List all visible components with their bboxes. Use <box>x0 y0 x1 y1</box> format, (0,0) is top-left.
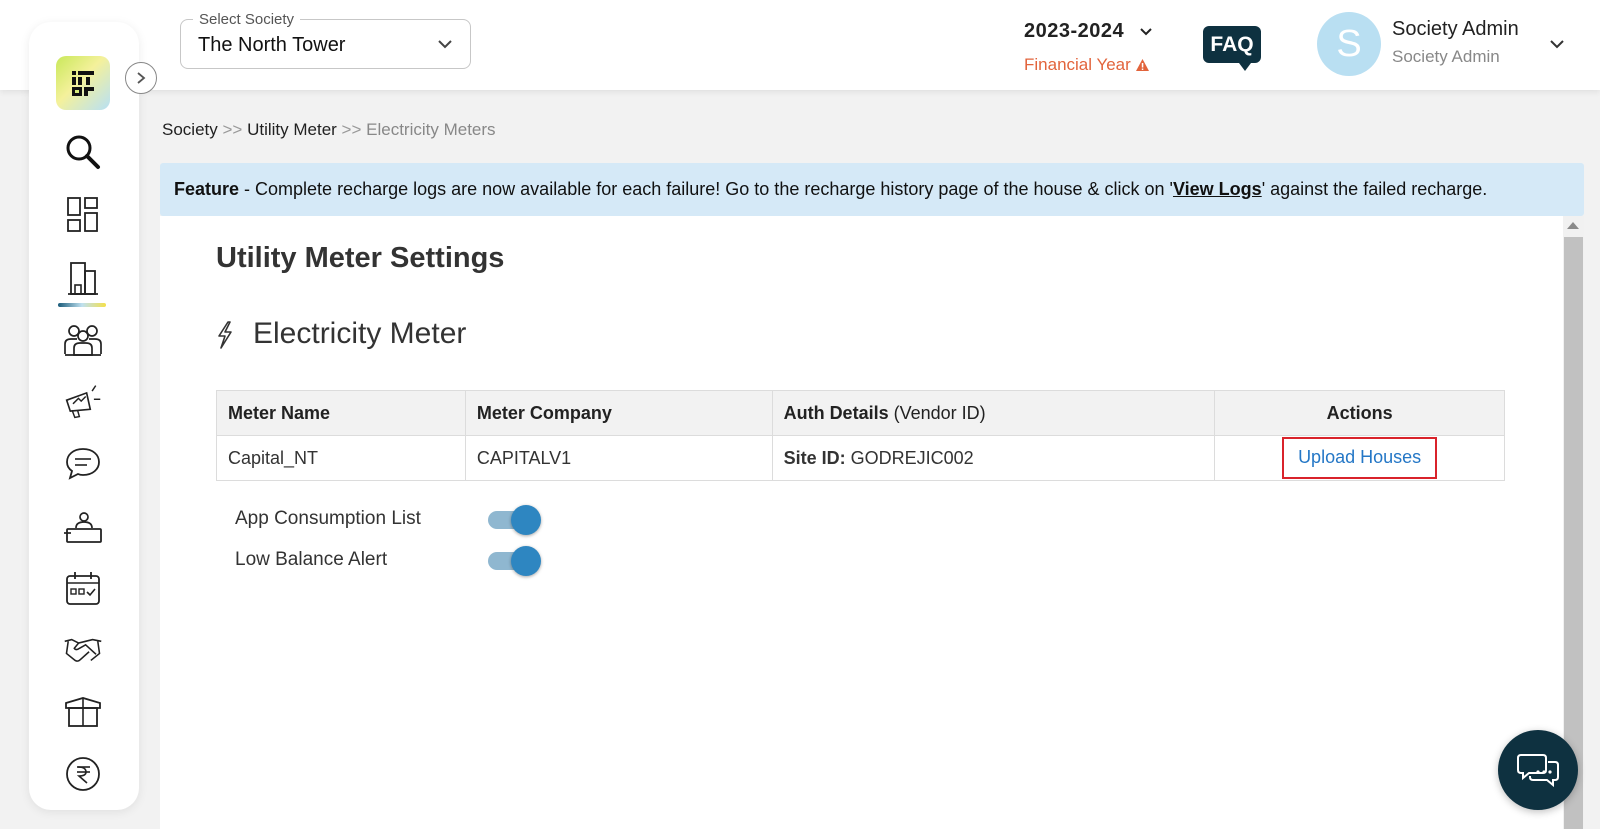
app-logo[interactable] <box>56 56 110 110</box>
meter-company-cell: CAPITALV1 <box>464 435 773 481</box>
banner-text-after: ' against the failed recharge. <box>1261 179 1488 199</box>
society-select[interactable]: Select Society The North Tower <box>180 11 471 69</box>
chat-bubbles-icon <box>1517 754 1559 788</box>
chevron-right-icon <box>137 72 146 84</box>
dashboard-icon[interactable] <box>63 195 103 235</box>
handshake-icon[interactable] <box>63 630 103 670</box>
breadcrumb-separator: >> <box>222 120 243 139</box>
top-bar: Select Society The North Tower 2023-2024… <box>0 0 1600 90</box>
lightning-icon <box>218 321 232 349</box>
auth-details-cell: Site ID: GODREJIC002 <box>771 435 1216 481</box>
chat-support-button[interactable] <box>1498 730 1578 810</box>
breadcrumb-item-current: Electricity Meters <box>366 120 496 139</box>
financial-year-selector[interactable]: 2023-2024 Financial Year <box>1024 20 1159 75</box>
rupee-icon[interactable] <box>63 754 103 794</box>
banner-prefix: Feature <box>174 179 240 199</box>
financial-year-label: Financial Year <box>1024 55 1159 75</box>
meters-table: Meter Name Meter Company Auth Details (V… <box>216 390 1505 481</box>
user-name[interactable]: Society Admin <box>1392 18 1519 41</box>
reception-icon[interactable] <box>63 507 103 547</box>
upload-houses-link[interactable]: Upload Houses <box>1282 437 1438 479</box>
box-icon[interactable] <box>63 692 103 732</box>
search-icon[interactable] <box>63 132 103 172</box>
financial-year-label-text: Financial Year <box>1024 55 1131 74</box>
people-icon[interactable] <box>63 320 103 360</box>
breadcrumb-separator: >> <box>341 120 362 139</box>
avatar[interactable]: S <box>1317 12 1381 76</box>
auth-details-label: Auth Details <box>783 402 889 423</box>
faq-button[interactable]: FAQ <box>1203 26 1261 71</box>
low-balance-alert-label: Low Balance Alert <box>235 549 388 570</box>
scroll-up-arrow[interactable] <box>1567 222 1579 229</box>
site-id-value: GODREJIC002 <box>850 447 974 468</box>
breadcrumb: Society >> Utility Meter >> Electricity … <box>162 120 496 140</box>
feature-banner: Feature - Complete recharge logs are now… <box>160 163 1584 216</box>
user-role: Society Admin <box>1392 47 1500 66</box>
app-consumption-list-toggle[interactable] <box>488 505 544 535</box>
banner-text-before: - Complete recharge logs are now availab… <box>239 179 1173 199</box>
breadcrumb-item-utility-meter[interactable]: Utility Meter <box>247 120 337 139</box>
low-balance-alert-toggle[interactable] <box>488 546 544 576</box>
view-logs-link[interactable]: View Logs <box>1173 179 1262 199</box>
column-header-meter-company: Meter Company <box>464 390 773 436</box>
toggle-knob <box>511 505 541 535</box>
table-header-row: Meter Name Meter Company Auth Details (V… <box>216 390 1505 436</box>
meter-name-cell: Capital_NT <box>216 435 466 481</box>
logo-icon <box>72 71 94 96</box>
table-row: Capital_NT CAPITALV1 Site ID: GODREJIC00… <box>216 435 1505 481</box>
column-header-actions: Actions <box>1214 390 1505 436</box>
scrollbar-thumb[interactable] <box>1564 237 1583 829</box>
actions-cell: Upload Houses <box>1214 435 1505 481</box>
app-consumption-list-label: App Consumption List <box>235 508 421 529</box>
column-header-meter-name: Meter Name <box>216 390 466 436</box>
society-select-label: Select Society <box>193 11 301 28</box>
nav-active-indicator <box>58 303 106 307</box>
calendar-icon[interactable] <box>63 569 103 609</box>
auth-details-suffix: (Vendor ID) <box>893 402 986 423</box>
sidebar-collapse-button[interactable] <box>125 62 157 94</box>
society-select-value: The North Tower <box>198 34 346 56</box>
megaphone-icon[interactable] <box>63 382 103 422</box>
breadcrumb-item-society[interactable]: Society <box>162 120 218 139</box>
site-id-label: Site ID: <box>783 447 846 468</box>
column-header-auth-details: Auth Details (Vendor ID) <box>771 390 1216 436</box>
page-title: Utility Meter Settings <box>216 242 505 274</box>
building-icon[interactable] <box>63 258 103 298</box>
chevron-down-icon <box>438 40 452 49</box>
chat-icon[interactable] <box>63 444 103 484</box>
sidebar <box>29 22 139 810</box>
chevron-down-icon <box>1140 28 1152 36</box>
section-title: Electricity Meter <box>253 317 467 350</box>
toggle-knob <box>511 546 541 576</box>
warning-icon <box>1135 59 1149 71</box>
chevron-down-icon[interactable] <box>1548 35 1566 53</box>
